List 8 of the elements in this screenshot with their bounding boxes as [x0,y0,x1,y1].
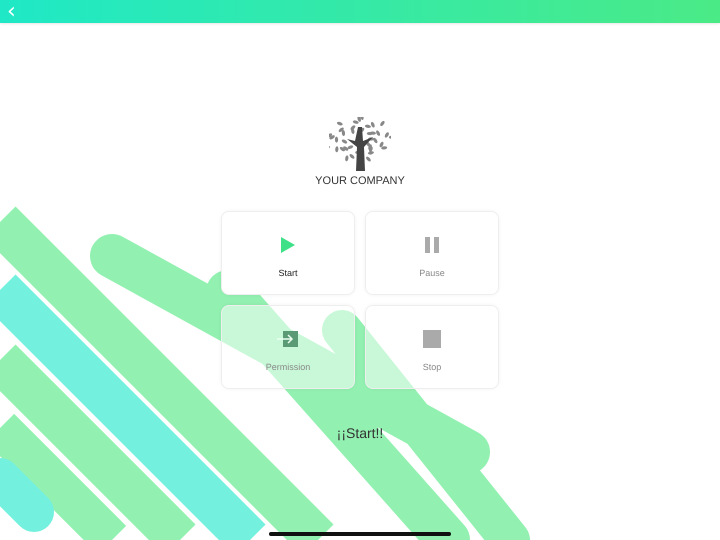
play-icon [280,236,296,254]
status-text: ¡¡Start!! [336,425,384,441]
enter-icon [277,330,299,348]
pause-icon [424,236,440,254]
company-name: YOUR COMPANY [315,175,405,187]
stop-icon [423,330,441,348]
play-button[interactable]: Start [221,211,355,295]
tree-logo-icon [329,117,391,171]
